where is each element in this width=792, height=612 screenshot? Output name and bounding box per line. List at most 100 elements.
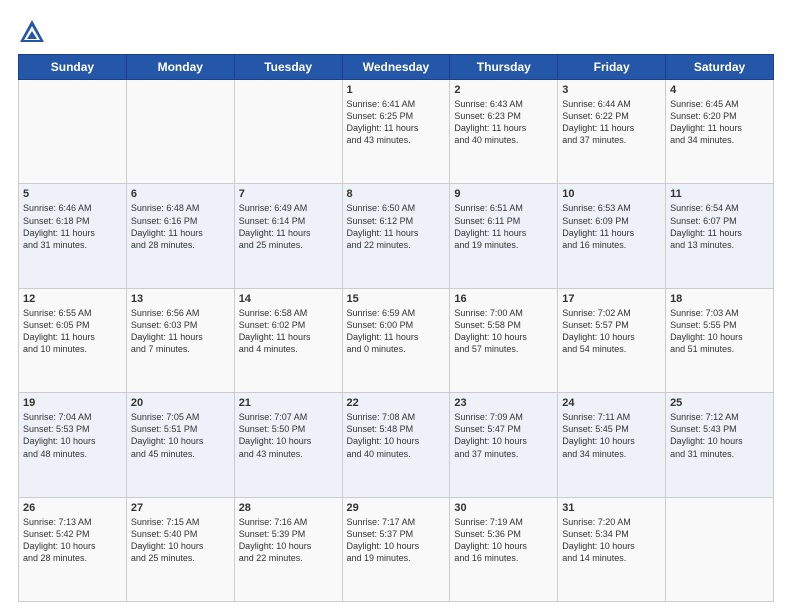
calendar-day-14: 14 Sunrise: 6:58 AM Sunset: 6:02 PM Dayli… (234, 288, 342, 392)
calendar-header: SundayMondayTuesdayWednesdayThursdayFrid… (19, 55, 774, 80)
day-info: Sunrise: 6:54 AM Sunset: 6:07 PM Dayligh… (670, 202, 769, 251)
calendar-day-9: 9Sunrise: 6:51 AM Sunset: 6:11 PM Daylig… (450, 184, 558, 288)
calendar-empty-cell (666, 497, 774, 601)
calendar-day-15: 15 Sunrise: 6:59 AM Sunset: 6:00 PM Dayli… (342, 288, 450, 392)
day-number: 10 (562, 188, 661, 200)
calendar-body: 1 Sunrise: 6:41 AM Sunset: 6:25 PM Daylig… (19, 80, 774, 602)
calendar-day-23: 23 Sunrise: 7:09 AM Sunset: 5:47 PM Dayli… (450, 393, 558, 497)
calendar-week-4: 19 Sunrise: 7:04 AM Sunset: 5:53 PM Dayli… (19, 393, 774, 497)
day-info: Sunrise: 7:12 AM Sunset: 5:43 PM Dayligh… (670, 411, 769, 460)
calendar-week-2: 5 Sunrise: 6:46 AM Sunset: 6:18 PM Daylig… (19, 184, 774, 288)
day-info: Sunrise: 7:08 AM Sunset: 5:48 PM Dayligh… (347, 411, 446, 460)
weekday-header-thursday: Thursday (450, 55, 558, 80)
day-number: 11 (670, 188, 769, 200)
calendar-day-2: 2Sunrise: 6:43 AM Sunset: 6:23 PM Daylig… (450, 80, 558, 184)
day-info: Sunrise: 6:46 AM Sunset: 6:18 PM Dayligh… (23, 202, 122, 251)
day-number: 20 (131, 397, 230, 409)
day-info: Sunrise: 6:50 AM Sunset: 6:12 PM Dayligh… (347, 202, 446, 251)
calendar-day-1: 1 Sunrise: 6:41 AM Sunset: 6:25 PM Daylig… (342, 80, 450, 184)
day-info: Sunrise: 6:49 AM Sunset: 6:14 PM Dayligh… (239, 202, 338, 251)
day-number: 16 (454, 293, 553, 305)
day-number: 8 (347, 188, 446, 200)
calendar-day-8: 8 Sunrise: 6:50 AM Sunset: 6:12 PM Daylig… (342, 184, 450, 288)
day-number: 18 (670, 293, 769, 305)
day-number: 1 (347, 84, 446, 96)
day-info: Sunrise: 7:17 AM Sunset: 5:37 PM Dayligh… (347, 516, 446, 565)
calendar-day-13: 13Sunrise: 6:56 AM Sunset: 6:03 PM Dayli… (126, 288, 234, 392)
day-number: 29 (347, 502, 446, 514)
calendar-day-30: 30Sunrise: 7:19 AM Sunset: 5:36 PM Dayli… (450, 497, 558, 601)
day-number: 26 (23, 502, 122, 514)
day-number: 24 (562, 397, 661, 409)
weekday-header-monday: Monday (126, 55, 234, 80)
day-info: Sunrise: 6:53 AM Sunset: 6:09 PM Dayligh… (562, 202, 661, 251)
day-info: Sunrise: 6:44 AM Sunset: 6:22 PM Dayligh… (562, 98, 661, 147)
calendar-day-11: 11 Sunrise: 6:54 AM Sunset: 6:07 PM Dayli… (666, 184, 774, 288)
day-number: 15 (347, 293, 446, 305)
calendar-day-28: 28 Sunrise: 7:16 AM Sunset: 5:39 PM Dayli… (234, 497, 342, 601)
day-info: Sunrise: 6:51 AM Sunset: 6:11 PM Dayligh… (454, 202, 553, 251)
day-info: Sunrise: 7:15 AM Sunset: 5:40 PM Dayligh… (131, 516, 230, 565)
page: SundayMondayTuesdayWednesdayThursdayFrid… (0, 0, 792, 612)
calendar-day-5: 5 Sunrise: 6:46 AM Sunset: 6:18 PM Daylig… (19, 184, 127, 288)
calendar-day-29: 29 Sunrise: 7:17 AM Sunset: 5:37 PM Dayli… (342, 497, 450, 601)
logo-icon (18, 18, 46, 46)
day-info: Sunrise: 6:55 AM Sunset: 6:05 PM Dayligh… (23, 307, 122, 356)
day-number: 12 (23, 293, 122, 305)
calendar-empty-cell (126, 80, 234, 184)
day-info: Sunrise: 6:45 AM Sunset: 6:20 PM Dayligh… (670, 98, 769, 147)
calendar-day-17: 17Sunrise: 7:02 AM Sunset: 5:57 PM Dayli… (558, 288, 666, 392)
calendar-day-10: 10 Sunrise: 6:53 AM Sunset: 6:09 PM Dayli… (558, 184, 666, 288)
day-number: 3 (562, 84, 661, 96)
weekday-header-friday: Friday (558, 55, 666, 80)
day-number: 5 (23, 188, 122, 200)
day-number: 27 (131, 502, 230, 514)
day-info: Sunrise: 6:58 AM Sunset: 6:02 PM Dayligh… (239, 307, 338, 356)
day-number: 6 (131, 188, 230, 200)
day-number: 14 (239, 293, 338, 305)
calendar-day-27: 27 Sunrise: 7:15 AM Sunset: 5:40 PM Dayli… (126, 497, 234, 601)
calendar-day-22: 22 Sunrise: 7:08 AM Sunset: 5:48 PM Dayli… (342, 393, 450, 497)
calendar-week-3: 12 Sunrise: 6:55 AM Sunset: 6:05 PM Dayli… (19, 288, 774, 392)
day-info: Sunrise: 7:00 AM Sunset: 5:58 PM Dayligh… (454, 307, 553, 356)
day-number: 28 (239, 502, 338, 514)
calendar-day-25: 25 Sunrise: 7:12 AM Sunset: 5:43 PM Dayli… (666, 393, 774, 497)
day-info: Sunrise: 6:48 AM Sunset: 6:16 PM Dayligh… (131, 202, 230, 251)
calendar-day-20: 20 Sunrise: 7:05 AM Sunset: 5:51 PM Dayli… (126, 393, 234, 497)
day-number: 19 (23, 397, 122, 409)
calendar-day-19: 19 Sunrise: 7:04 AM Sunset: 5:53 PM Dayli… (19, 393, 127, 497)
day-info: Sunrise: 7:11 AM Sunset: 5:45 PM Dayligh… (562, 411, 661, 460)
calendar-day-16: 16 Sunrise: 7:00 AM Sunset: 5:58 PM Dayli… (450, 288, 558, 392)
calendar-day-4: 4 Sunrise: 6:45 AM Sunset: 6:20 PM Daylig… (666, 80, 774, 184)
day-number: 7 (239, 188, 338, 200)
calendar-empty-cell (19, 80, 127, 184)
calendar-day-7: 7 Sunrise: 6:49 AM Sunset: 6:14 PM Daylig… (234, 184, 342, 288)
day-info: Sunrise: 7:02 AM Sunset: 5:57 PM Dayligh… (562, 307, 661, 356)
calendar-day-3: 3 Sunrise: 6:44 AM Sunset: 6:22 PM Daylig… (558, 80, 666, 184)
day-info: Sunrise: 6:59 AM Sunset: 6:00 PM Dayligh… (347, 307, 446, 356)
day-number: 22 (347, 397, 446, 409)
day-number: 23 (454, 397, 553, 409)
calendar-day-21: 21Sunrise: 7:07 AM Sunset: 5:50 PM Dayli… (234, 393, 342, 497)
day-number: 30 (454, 502, 553, 514)
day-number: 4 (670, 84, 769, 96)
day-info: Sunrise: 7:16 AM Sunset: 5:39 PM Dayligh… (239, 516, 338, 565)
calendar-day-12: 12 Sunrise: 6:55 AM Sunset: 6:05 PM Dayli… (19, 288, 127, 392)
day-info: Sunrise: 7:07 AM Sunset: 5:50 PM Dayligh… (239, 411, 338, 460)
day-info: Sunrise: 7:04 AM Sunset: 5:53 PM Dayligh… (23, 411, 122, 460)
weekday-header-saturday: Saturday (666, 55, 774, 80)
weekday-header-tuesday: Tuesday (234, 55, 342, 80)
day-info: Sunrise: 7:09 AM Sunset: 5:47 PM Dayligh… (454, 411, 553, 460)
calendar-week-5: 26 Sunrise: 7:13 AM Sunset: 5:42 PM Dayli… (19, 497, 774, 601)
header (18, 18, 774, 46)
weekday-header-wednesday: Wednesday (342, 55, 450, 80)
calendar-day-31: 31Sunrise: 7:20 AM Sunset: 5:34 PM Dayli… (558, 497, 666, 601)
day-info: Sunrise: 6:41 AM Sunset: 6:25 PM Dayligh… (347, 98, 446, 147)
day-number: 25 (670, 397, 769, 409)
calendar-day-6: 6 Sunrise: 6:48 AM Sunset: 6:16 PM Daylig… (126, 184, 234, 288)
day-info: Sunrise: 7:13 AM Sunset: 5:42 PM Dayligh… (23, 516, 122, 565)
calendar-week-1: 1 Sunrise: 6:41 AM Sunset: 6:25 PM Daylig… (19, 80, 774, 184)
day-info: Sunrise: 7:05 AM Sunset: 5:51 PM Dayligh… (131, 411, 230, 460)
day-info: Sunrise: 7:20 AM Sunset: 5:34 PM Dayligh… (562, 516, 661, 565)
weekday-row: SundayMondayTuesdayWednesdayThursdayFrid… (19, 55, 774, 80)
